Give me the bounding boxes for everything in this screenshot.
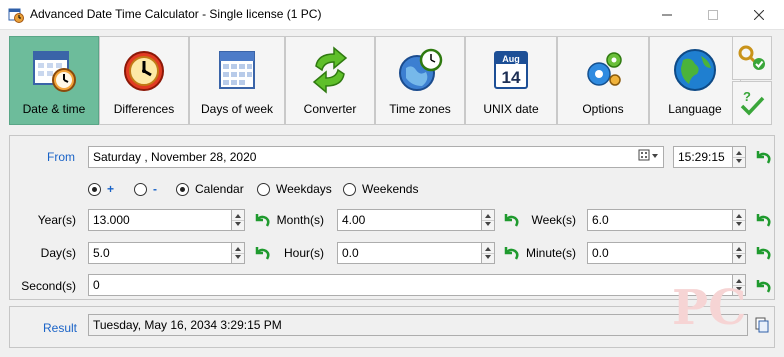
from-date-value: Saturday , November 28, 2020 [93,150,257,164]
weeks-label: Week(s) [531,213,576,227]
months-value: 4.00 [342,213,366,227]
seconds-value: 0 [93,278,100,292]
result-field[interactable]: Tuesday, May 16, 2034 3:29:15 PM [88,314,748,336]
reset-from-icon[interactable] [754,149,772,165]
tab-options[interactable]: Options [557,36,649,125]
convert-arrows-icon [312,46,348,94]
from-time-field[interactable]: 15:29:15 [673,146,733,168]
svg-text:?: ? [743,89,751,104]
radio-weekends-label: Weekends [362,182,419,196]
alarm-clock-icon [124,51,164,91]
weeks-value: 6.0 [592,213,609,227]
from-date-picker[interactable]: Saturday , November 28, 2020 [88,146,664,168]
hours-value: 0.0 [342,246,359,260]
radio-calendar[interactable]: Calendar [176,180,244,198]
radio-minus-circle[interactable] [134,182,147,196]
tab-language[interactable]: Language [649,36,741,125]
hours-spinner[interactable] [481,242,495,264]
hours-label: Hour(s) [283,246,324,260]
from-time-value: 15:29:15 [678,150,725,164]
radio-minus-label: - [153,182,157,196]
months-label: Month(s) [276,213,324,227]
radio-calendar-circle[interactable] [176,182,189,196]
seconds-spinner[interactable] [732,274,746,296]
copy-icon[interactable] [754,317,770,333]
result-value: Tuesday, May 16, 2034 3:29:15 PM [93,318,282,332]
minutes-field[interactable]: 0.0 [587,242,733,264]
tab-time-zones[interactable]: Time zones [375,36,465,125]
days-field[interactable]: 5.0 [88,242,232,264]
tab-date-and-time[interactable]: Date & time [9,36,99,125]
months-spinner[interactable] [481,209,495,231]
reset-minutes-icon[interactable] [754,245,772,261]
help-check-button[interactable]: ? [732,81,772,125]
radio-minus[interactable]: - [134,180,157,198]
radio-plus[interactable]: + [88,180,114,198]
years-label: Year(s) [37,213,76,227]
radio-weekdays-label: Weekdays [276,182,332,196]
days-spinner[interactable] [231,242,245,264]
tab-converter[interactable]: Converter [285,36,375,125]
weeks-field[interactable]: 6.0 [587,209,733,231]
tab-days-of-week[interactable]: Days of week [189,36,285,125]
radio-weekends-circle[interactable] [343,182,356,196]
radio-calendar-label: Calendar [195,182,244,196]
tab-label: Language [668,102,722,116]
maximize-icon [708,10,718,20]
calendar-clock-icon [33,51,76,92]
years-value: 13.000 [93,213,130,227]
check-help-icon: ? [740,89,765,116]
radio-plus-label: + [107,182,115,196]
seconds-field[interactable]: 0 [88,274,733,296]
minimize-icon [662,14,672,16]
seconds-label: Second(s) [21,279,76,293]
license-key-icon [738,45,765,70]
main-toolbar: Date & time Differences Days of week Con… [9,36,741,126]
months-field[interactable]: 4.00 [337,209,482,231]
minutes-spinner[interactable] [732,242,746,264]
tab-label: Differences [113,102,175,116]
app-icon [8,8,24,23]
hours-field[interactable]: 0.0 [337,242,482,264]
globe-clock-icon [399,48,443,91]
radio-weekdays[interactable]: Weekdays [257,180,332,198]
tab-label: UNIX date [483,102,539,116]
title-bar: Advanced Date Time Calculator - Single l… [0,0,784,30]
close-button[interactable] [736,0,782,30]
tab-label: Options [582,102,624,116]
maximize-button[interactable] [690,0,736,30]
from-label: From [47,150,75,164]
gears-icon [587,52,622,86]
days-label: Day(s) [40,246,76,260]
license-key-button[interactable] [732,36,772,80]
reset-weeks-icon[interactable] [754,212,772,228]
radio-weekdays-circle[interactable] [257,182,270,196]
calendar-page-icon: Aug 14 [494,51,528,89]
years-field[interactable]: 13.000 [88,209,232,231]
calendar-day-text: 14 [502,68,521,87]
globe-icon [674,49,716,91]
tab-label: Time zones [389,102,451,116]
tab-unix-date[interactable]: Aug 14 UNIX date [465,36,557,125]
calendar-grid-icon [219,51,255,89]
close-icon [754,10,764,20]
minutes-value: 0.0 [592,246,609,260]
result-label: Result [43,321,78,335]
radio-plus-circle[interactable] [88,182,101,196]
reset-seconds-icon[interactable] [754,278,772,294]
tab-label: Days of week [200,102,274,116]
weeks-spinner[interactable] [732,209,746,231]
tab-label: Converter [303,102,357,116]
from-time-spinner[interactable] [732,146,746,168]
years-spinner[interactable] [231,209,245,231]
radio-weekends[interactable]: Weekends [343,180,418,198]
calendar-dropdown-icon[interactable] [638,149,662,163]
minutes-label: Minute(s) [525,246,576,260]
window-title: Advanced Date Time Calculator - Single l… [30,7,322,21]
minimize-button[interactable] [644,0,690,30]
tab-differences[interactable]: Differences [99,36,189,125]
calendar-month-text: Aug [502,54,520,64]
days-value: 5.0 [93,246,110,260]
tab-label: Date & time [22,102,86,116]
